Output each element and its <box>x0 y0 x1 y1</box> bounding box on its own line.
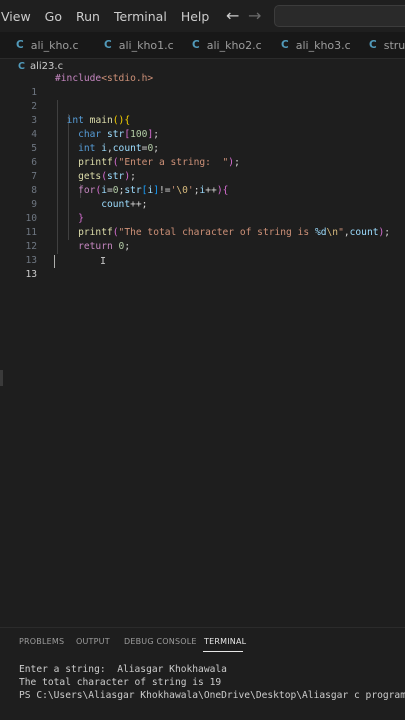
terminal-line: The total character of string is 19 <box>19 677 222 688</box>
menu-terminal[interactable]: Terminal <box>114 9 167 24</box>
code-line: 4 int main(){ <box>0 114 405 140</box>
code-line: 13 return 0; <box>0 240 405 266</box>
back-arrow-icon[interactable]: ← <box>226 6 239 25</box>
panel-divider[interactable] <box>0 627 405 628</box>
code-line: 8 gets(str); <box>0 170 405 196</box>
code-line: 11 } <box>0 212 405 238</box>
breadcrumb[interactable]: C ali23.c <box>18 59 63 73</box>
tab-ali-kho3[interactable]: C ali_kho3.c <box>281 32 351 58</box>
tab-ali-kho[interactable]: C ali_kho.c <box>16 32 79 58</box>
c-file-icon: C <box>18 60 25 72</box>
tab-label: ali_kho.c <box>30 38 79 52</box>
editor-tab-bar: C ali_kho.c C ali_kho1.c C ali_kho2.c C … <box>0 32 405 59</box>
code-line: 10 count++; <box>0 198 405 224</box>
c-file-icon: C <box>281 39 289 51</box>
c-file-icon: C <box>16 39 24 51</box>
code-line: 7 printf("Enter a string: "); <box>0 156 405 182</box>
terminal[interactable]: Enter a string: Aliasgar Khokhawala The … <box>0 662 405 720</box>
menu-run[interactable]: Run <box>76 9 100 24</box>
menu-help[interactable]: Help <box>181 9 210 24</box>
line-number: 13 <box>25 269 37 280</box>
code-editor[interactable]: 1 #include<stdio.h> 2 3 4 int main(){ 5 … <box>0 72 405 632</box>
code-line: 5 char str[100]; <box>0 128 405 154</box>
code-line: 2 <box>0 86 405 112</box>
tab-problems[interactable]: PROBLEMS <box>19 637 64 646</box>
active-tab-indicator <box>203 651 243 652</box>
terminal-prompt: PS C:\Users\Aliasgar Khokhawala\OneDrive… <box>19 690 405 701</box>
code-line: 1 #include<stdio.h> <box>0 72 405 98</box>
tab-output[interactable]: OUTPUT <box>76 637 110 646</box>
c-file-icon: C <box>104 39 112 51</box>
text-cursor <box>54 255 55 268</box>
tab-struct[interactable]: C struct <box>369 32 405 58</box>
code-line: 6 int i,count=0; <box>0 142 405 168</box>
c-file-icon: C <box>369 39 377 51</box>
forward-arrow-icon[interactable]: → <box>248 6 261 25</box>
terminal-line: Enter a string: Aliasgar Khokhawala <box>19 664 227 675</box>
menu-view[interactable]: View <box>1 9 31 24</box>
command-center-search[interactable] <box>274 5 405 27</box>
panel-tab-bar: PROBLEMS OUTPUT DEBUG CONSOLE TERMINAL <box>0 634 405 654</box>
menu-go[interactable]: Go <box>45 9 62 24</box>
code-line: 12 printf("The total character of string… <box>0 226 405 252</box>
code-line: 9 for(i=0;str[i]!='\0';i++){ <box>0 184 405 210</box>
tab-terminal[interactable]: TERMINAL <box>204 637 246 646</box>
scroll-indicator[interactable] <box>0 370 3 386</box>
tab-debug-console[interactable]: DEBUG CONSOLE <box>124 637 197 646</box>
code-line: 3 <box>0 100 405 126</box>
tab-label: ali_kho3.c <box>295 38 351 52</box>
tab-label: struct <box>383 38 405 52</box>
code-line-active: 13 <box>0 254 405 280</box>
tab-ali-kho1[interactable]: C ali_kho1.c <box>104 32 174 58</box>
breadcrumb-file: ali23.c <box>29 60 64 72</box>
mouse-ibeam-icon: I <box>100 256 107 267</box>
c-file-icon: C <box>192 39 200 51</box>
tab-ali-kho2[interactable]: C ali_kho2.c <box>192 32 262 58</box>
tab-label: ali_kho1.c <box>118 38 174 52</box>
tab-label: ali_kho2.c <box>206 38 262 52</box>
